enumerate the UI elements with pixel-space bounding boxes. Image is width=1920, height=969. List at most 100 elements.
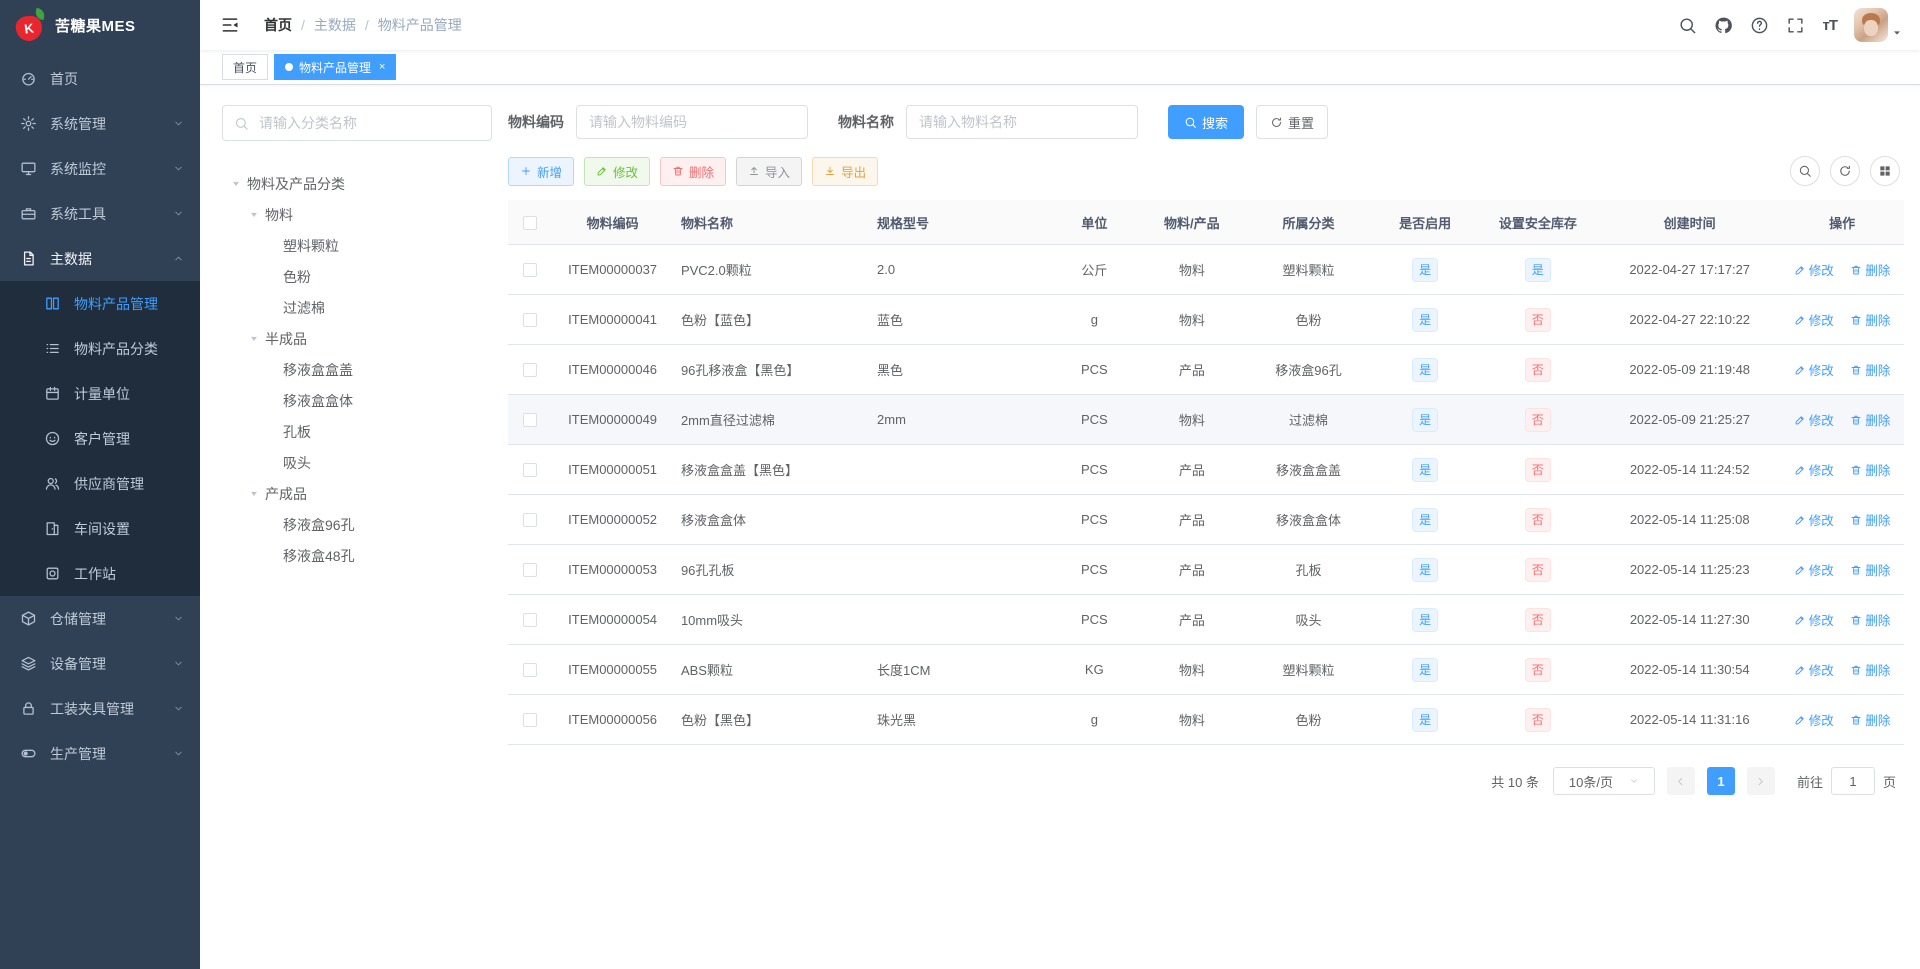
sidebar-item-material-product-category[interactable]: 物料产品分类 — [0, 326, 200, 371]
tab-home[interactable]: 首页 — [222, 54, 269, 80]
sidebar-item-home[interactable]: 首页 — [0, 56, 200, 101]
search-button[interactable]: 搜索 — [1168, 105, 1245, 139]
column-header[interactable]: 是否启用 — [1373, 200, 1477, 245]
sidebar-item-customer-management[interactable]: 客户管理 — [0, 416, 200, 461]
row-checkbox[interactable] — [523, 613, 538, 628]
add-button[interactable]: 新增 — [508, 156, 575, 186]
tree-node[interactable]: 吸头 — [222, 447, 492, 478]
breadcrumb-item[interactable]: 首页 — [264, 15, 292, 35]
tab-close-icon[interactable]: × — [379, 61, 385, 73]
cell-material-code[interactable]: ITEM00000054 — [552, 594, 673, 645]
row-checkbox[interactable] — [523, 513, 538, 528]
sidebar-item-measurement-unit[interactable]: 计量单位 — [0, 371, 200, 416]
column-header[interactable]: 物料编码 — [552, 200, 673, 245]
sidebar-item-fixture-management[interactable]: 工装夹具管理 — [0, 686, 200, 731]
sidebar-item-production-management[interactable]: 生产管理 — [0, 731, 200, 776]
app-logo[interactable]: K 苦糖果MES — [0, 0, 200, 50]
sidebar-item-system-management[interactable]: 系统管理 — [0, 101, 200, 146]
tree-node[interactable]: 塑料颗粒 — [222, 230, 492, 261]
row-checkbox[interactable] — [523, 363, 538, 378]
row-checkbox[interactable] — [523, 313, 538, 328]
sidebar-item-equipment-management[interactable]: 设备管理 — [0, 641, 200, 686]
cell-material-code[interactable]: ITEM00000053 — [552, 544, 673, 595]
row-edit-link[interactable]: 修改 — [1794, 410, 1834, 429]
row-delete-link[interactable]: 删除 — [1850, 610, 1890, 629]
row-checkbox[interactable] — [523, 713, 538, 728]
tree-node[interactable]: 物料及产品分类 — [222, 168, 492, 199]
sidebar-item-system-tools[interactable]: 系统工具 — [0, 191, 200, 236]
name-filter-input[interactable] — [906, 105, 1138, 139]
cell-material-code[interactable]: ITEM00000041 — [552, 294, 673, 345]
sidebar-item-supplier-management[interactable]: 供应商管理 — [0, 461, 200, 506]
sidebar-item-system-monitor[interactable]: 系统监控 — [0, 146, 200, 191]
row-checkbox[interactable] — [523, 463, 538, 478]
tree-search-input[interactable] — [257, 114, 480, 132]
page-size-select[interactable]: 10条/页 — [1552, 767, 1655, 795]
row-checkbox[interactable] — [523, 563, 538, 578]
tree-node[interactable]: 色粉 — [222, 261, 492, 292]
breadcrumb-item[interactable]: 物料产品管理 — [378, 15, 462, 35]
tree-node[interactable]: 移液盒96孔 — [222, 509, 492, 540]
export-button[interactable]: 导出 — [812, 156, 879, 186]
row-delete-link[interactable]: 删除 — [1850, 710, 1890, 729]
row-checkbox[interactable] — [523, 263, 538, 278]
sidebar-item-material-product-management[interactable]: 物料产品管理 — [0, 281, 200, 326]
breadcrumb-item[interactable]: 主数据 — [314, 15, 356, 35]
reset-button[interactable]: 重置 — [1256, 105, 1329, 139]
cell-material-code[interactable]: ITEM00000056 — [552, 694, 673, 745]
cell-material-code[interactable]: ITEM00000052 — [552, 494, 673, 545]
row-edit-link[interactable]: 修改 — [1794, 360, 1834, 379]
row-edit-link[interactable]: 修改 — [1794, 560, 1834, 579]
prev-page-button[interactable] — [1666, 767, 1695, 795]
tree-node[interactable]: 移液盒盒体 — [222, 385, 492, 416]
row-edit-link[interactable]: 修改 — [1794, 310, 1834, 329]
column-settings-button[interactable] — [1870, 156, 1900, 186]
tree-node[interactable]: 产成品 — [222, 478, 492, 509]
column-header[interactable]: 规格型号 — [869, 200, 1049, 245]
tree-node[interactable]: 移液盒48孔 — [222, 540, 492, 571]
row-delete-link[interactable]: 删除 — [1850, 310, 1890, 329]
fullscreen-icon[interactable] — [1786, 16, 1805, 35]
tree-node[interactable]: 半成品 — [222, 323, 492, 354]
import-button[interactable]: 导入 — [736, 156, 803, 186]
tree-node[interactable]: 物料 — [222, 199, 492, 230]
sidebar-toggle-icon[interactable] — [220, 15, 240, 35]
column-header[interactable]: 操作 — [1780, 200, 1904, 245]
row-edit-link[interactable]: 修改 — [1794, 660, 1834, 679]
goto-page-input[interactable] — [1830, 767, 1875, 795]
refresh-table-button[interactable] — [1830, 156, 1860, 186]
tree-node[interactable]: 移液盒盒盖 — [222, 354, 492, 385]
row-delete-link[interactable]: 删除 — [1850, 510, 1890, 529]
row-checkbox[interactable] — [523, 663, 538, 678]
row-delete-link[interactable]: 删除 — [1850, 360, 1890, 379]
sidebar-item-workstation[interactable]: 工作站 — [0, 551, 200, 596]
code-filter-input[interactable] — [576, 105, 808, 139]
header-search-icon[interactable] — [1678, 16, 1697, 35]
delete-button[interactable]: 删除 — [660, 156, 727, 186]
font-size-icon[interactable]: тT — [1822, 17, 1837, 34]
tab-material-product-management[interactable]: 物料产品管理 × — [274, 54, 397, 80]
tree-expand-icon[interactable] — [228, 176, 244, 192]
row-delete-link[interactable]: 删除 — [1850, 460, 1890, 479]
cell-material-code[interactable]: ITEM00000055 — [552, 644, 673, 695]
sidebar-item-warehouse-management[interactable]: 仓储管理 — [0, 596, 200, 641]
column-header[interactable]: 物料/产品 — [1140, 200, 1244, 245]
help-icon[interactable] — [1750, 16, 1769, 35]
show-search-button[interactable] — [1790, 156, 1820, 186]
row-delete-link[interactable]: 删除 — [1850, 560, 1890, 579]
row-edit-link[interactable]: 修改 — [1794, 710, 1834, 729]
user-menu[interactable] — [1854, 8, 1902, 42]
row-checkbox[interactable] — [523, 413, 538, 428]
page-number-1[interactable]: 1 — [1706, 767, 1735, 795]
cell-material-code[interactable]: ITEM00000049 — [552, 394, 673, 445]
row-delete-link[interactable]: 删除 — [1850, 260, 1890, 279]
tree-expand-icon[interactable] — [246, 331, 262, 347]
column-header[interactable]: 创建时间 — [1599, 200, 1781, 245]
column-header[interactable]: 物料名称 — [672, 200, 870, 245]
next-page-button[interactable] — [1746, 767, 1775, 795]
column-header[interactable]: 所属分类 — [1243, 200, 1374, 245]
sidebar-item-workshop-settings[interactable]: 车间设置 — [0, 506, 200, 551]
tree-expand-icon[interactable] — [246, 486, 262, 502]
column-header[interactable]: 单位 — [1048, 200, 1141, 245]
tree-node[interactable]: 孔板 — [222, 416, 492, 447]
